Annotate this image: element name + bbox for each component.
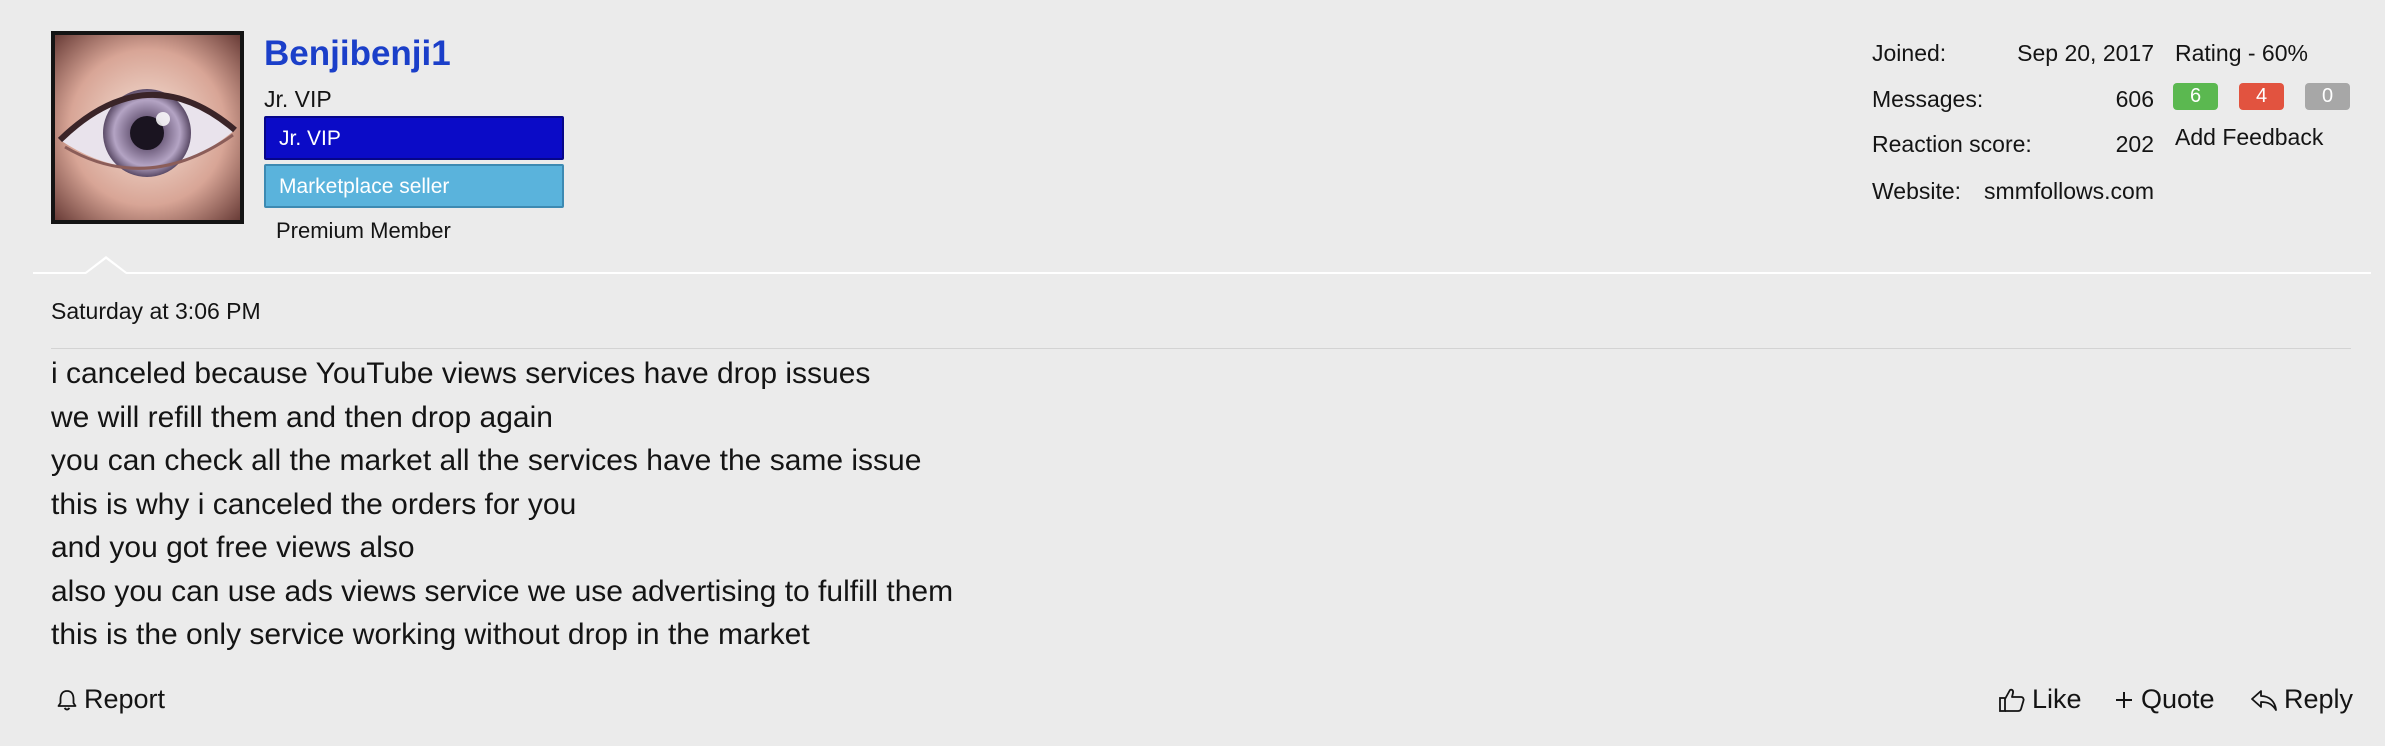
post-timestamp[interactable]: Saturday at 3:06 PM [51, 298, 261, 325]
stat-messages: Messages: 606 [1872, 86, 2154, 116]
stat-website-value[interactable]: smmfollows.com [1984, 178, 2154, 205]
rating-label: Rating - 60% [2175, 40, 2308, 66]
like-label: Like [2032, 684, 2082, 714]
reply-label: Reply [2284, 684, 2354, 714]
avatar-caret-inner [86, 259, 126, 274]
quote-label: Quote [2141, 684, 2215, 714]
username-link[interactable]: Benjibenji1 [264, 34, 451, 74]
post-line: this is the only service working without… [51, 618, 810, 651]
post-line: this is why i canceled the orders for yo… [51, 487, 577, 521]
stat-reaction-label: Reaction score: [1872, 131, 2032, 157]
header-divider [33, 272, 2371, 274]
post-line: also you can use ads views service we us… [51, 574, 954, 608]
avatar[interactable] [51, 31, 244, 224]
stat-joined-value: Sep 20, 2017 [2017, 40, 2154, 66]
eye-avatar-image [55, 35, 240, 220]
add-feedback-link[interactable]: Add Feedback [2175, 124, 2323, 151]
premium-member-label: Premium Member [276, 218, 451, 243]
stat-messages-value[interactable]: 606 [2116, 86, 2154, 113]
reply-button[interactable]: Reply [2250, 684, 2353, 715]
stat-joined: Joined: Sep 20, 2017 [1872, 40, 2154, 70]
user-title: Jr. VIP [264, 86, 332, 112]
quote-button[interactable]: Quote [2113, 684, 2215, 715]
post-line: we will refill them and then drop again [51, 400, 553, 434]
post-body: i canceled because YouTube views service… [51, 352, 953, 657]
stat-reaction-score: Reaction score: 202 [1872, 131, 2154, 161]
stat-messages-label: Messages: [1872, 86, 1984, 112]
banner-jr-vip: Jr. VIP [264, 116, 564, 160]
banner-marketplace-seller: Marketplace seller [264, 164, 564, 208]
forum-post: Benjibenji1 Jr. VIP Jr. VIP Marketplace … [0, 0, 2385, 746]
stat-website-label: Website: [1872, 178, 1962, 204]
stat-website: Website: smmfollows.com [1872, 178, 2154, 208]
feedback-neutral-count[interactable]: 0 [2305, 83, 2350, 110]
feedback-negative-count[interactable]: 4 [2239, 83, 2284, 110]
bell-icon [57, 689, 77, 710]
timestamp-divider [51, 348, 2351, 349]
post-line: i canceled because YouTube views service… [51, 357, 871, 390]
report-label: Report [84, 684, 166, 714]
plus-icon [2116, 691, 2132, 708]
feedback-positive-count[interactable]: 6 [2173, 83, 2218, 110]
report-button[interactable]: Report [56, 684, 165, 715]
reply-icon [2251, 689, 2277, 711]
like-button[interactable]: Like [1998, 684, 2082, 715]
stat-reaction-value: 202 [2115, 131, 2154, 157]
thumbs-up-icon [1999, 688, 2025, 712]
stat-joined-label: Joined: [1872, 40, 1947, 66]
post-line: and you got free views also [51, 531, 415, 564]
post-line: you can check all the market all the ser… [51, 444, 922, 477]
